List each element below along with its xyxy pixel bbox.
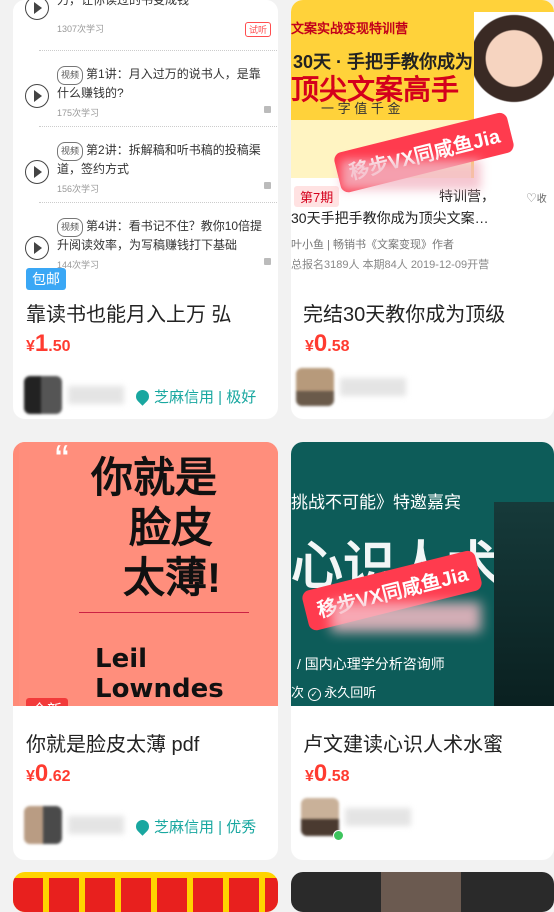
- period-badge: 第7期: [294, 186, 340, 207]
- seller-info[interactable]: 芝麻信用 | 极好: [24, 376, 274, 416]
- product-card-6[interactable]: [291, 872, 554, 912]
- seller-name: [68, 816, 124, 834]
- replay-info: 次 ✓ 永久回听: [291, 685, 377, 701]
- avatar: [301, 798, 339, 836]
- book-author: Leil Lowndes: [95, 644, 224, 704]
- product-title[interactable]: 你就是脸皮太薄 pdf: [26, 728, 266, 757]
- product-image: 挑战不可能》特邀嘉宾 心识人术 / 国内心理学分析咨询师 次 ✓ 永久回听 移步…: [291, 442, 554, 706]
- product-price: ¥0.58: [305, 760, 350, 787]
- seller-info[interactable]: 芝麻信用 | 优秀: [24, 806, 274, 848]
- course-preview: 力，让你读过的书变成钱 1307次学习 试听 视频 第1讲：月入过万的说书人，是靠…: [13, 0, 278, 270]
- online-dot: [333, 830, 344, 841]
- poster-line-1: 挑战不可能》特邀嘉宾: [291, 493, 461, 512]
- seller-info[interactable]: [301, 798, 541, 844]
- book-cover: “ 你就是 脸皮 太薄! Leil Lowndes: [19, 442, 278, 706]
- product-price: ¥0.62: [26, 760, 71, 787]
- blur-overlay: [331, 602, 481, 632]
- blur-overlay: [341, 160, 481, 190]
- quote-icon: “: [55, 442, 69, 483]
- course-author: 叶小鱼 | 畅销书《文案变现》作者: [291, 239, 454, 251]
- book-rule: [79, 612, 249, 613]
- play-icon: [25, 160, 49, 184]
- credit-badge: 芝麻信用 | 极好: [133, 386, 256, 407]
- play-icon: [25, 236, 49, 260]
- play-icon: [25, 0, 49, 20]
- seller-info[interactable]: [296, 368, 536, 414]
- product-image: [381, 872, 461, 912]
- avatar: [24, 376, 62, 414]
- product-image: [13, 878, 278, 912]
- lock-icon: [264, 182, 271, 189]
- shipping-tag: 包邮: [26, 268, 66, 290]
- avatar: [24, 806, 62, 844]
- product-card-1[interactable]: 力，让你读过的书变成钱 1307次学习 试听 视频 第1讲：月入过万的说书人，是靠…: [13, 0, 278, 419]
- seller-name: [340, 378, 406, 396]
- product-price: ¥1.50: [26, 330, 71, 357]
- product-card-5[interactable]: [13, 872, 278, 912]
- sesame-credit-icon: [133, 387, 152, 406]
- poster-role: / 国内心理学分析咨询师: [297, 656, 445, 672]
- check-circle-icon: ✓: [307, 688, 321, 701]
- product-card-4[interactable]: 挑战不可能》特邀嘉宾 心识人术 / 国内心理学分析咨询师 次 ✓ 永久回听 移步…: [291, 442, 554, 860]
- lock-icon: [264, 106, 271, 113]
- play-icon: [25, 84, 49, 108]
- book-title-3: 太薄!: [123, 554, 221, 601]
- product-image: “ 你就是 脸皮 太薄! Leil Lowndes 全新: [13, 442, 278, 706]
- product-price: ¥0.58: [305, 330, 350, 357]
- product-title[interactable]: 卢文建读心识人术水蜜: [303, 728, 548, 757]
- course-title: 30天手把手教你成为顶尖文案…: [291, 210, 489, 226]
- lock-icon: [264, 258, 271, 265]
- course-stats: 总报名3189人 本期84人 2019-12-09开营: [291, 259, 490, 271]
- credit-badge: 芝麻信用 | 优秀: [133, 816, 256, 837]
- product-image: 文案实战变现特训营 30天 · 手把手教你成为 顶尖文案高手 一 字 值 千 金…: [291, 0, 554, 278]
- seller-name: [68, 386, 124, 404]
- seller-name: [345, 808, 411, 826]
- sesame-credit-icon: [133, 817, 152, 836]
- fav-icon[interactable]: ♡收: [526, 190, 554, 205]
- speaker-photo: [494, 502, 554, 706]
- product-card-2[interactable]: 文案实战变现特训营 30天 · 手把手教你成为 顶尖文案高手 一 字 值 千 金…: [291, 0, 554, 419]
- poster-banner: 文案实战变现特训营: [291, 21, 409, 36]
- product-card-3[interactable]: “ 你就是 脸皮 太薄! Leil Lowndes 全新 你就是脸皮太薄 pdf…: [13, 442, 278, 860]
- condition-tag: 全新: [26, 698, 69, 706]
- poster-sub: 一 字 值 千 金: [321, 101, 401, 116]
- product-title[interactable]: 完结30天教你成为顶级: [303, 298, 548, 327]
- avatar: [296, 368, 334, 406]
- product-title[interactable]: 靠读书也能月入上万 弘: [26, 298, 266, 327]
- preview-badge: 试听: [244, 22, 271, 37]
